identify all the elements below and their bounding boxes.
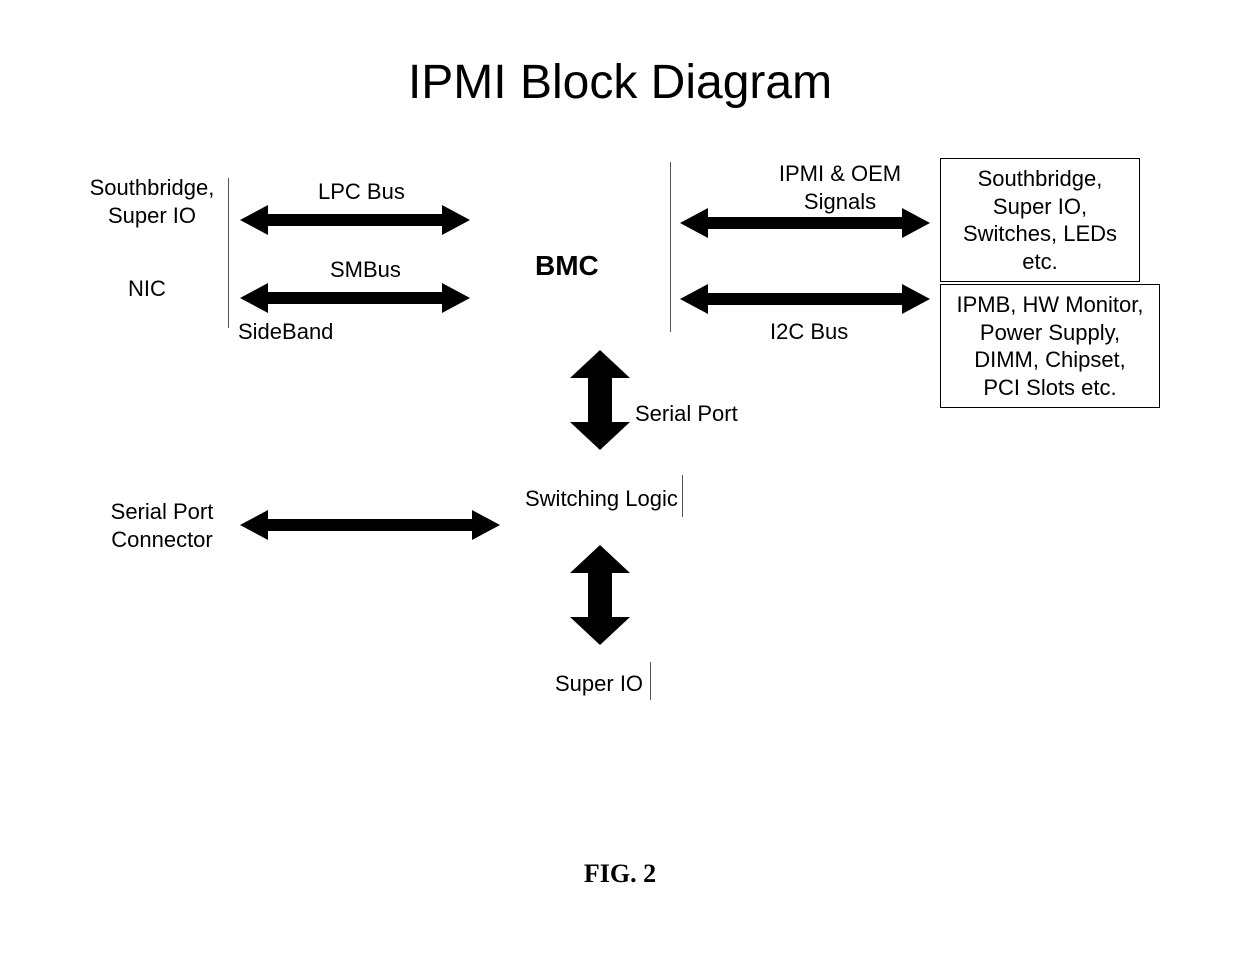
label-switching-logic: Switching Logic [525,485,678,513]
label-smbus: SMBus [330,256,401,284]
left-bracket [228,178,229,328]
arrow-lpc [240,205,470,235]
arrow-i2c [680,284,930,314]
diagram-title: IPMI Block Diagram [408,55,832,110]
arrow-ipmi-oem [680,208,930,238]
arrow-smbus [240,283,470,313]
label-serial-connector: Serial Port Connector [102,498,222,553]
right-bracket [670,162,671,332]
label-super-io: Super IO [555,670,643,698]
label-sideband: SideBand [238,318,333,346]
bmc-label: BMC [535,248,599,283]
label-southbridge: Southbridge, Super IO [82,174,222,229]
figure-caption: FIG. 2 [584,859,656,889]
arrow-super-io [570,545,630,645]
label-lpc: LPC Bus [318,178,405,206]
box-ipmb: IPMB, HW Monitor, Power Supply, DIMM, Ch… [940,284,1160,408]
superio-bracket [650,662,651,700]
arrow-serial-connector [240,510,500,540]
label-i2c: I2C Bus [770,318,848,346]
label-nic: NIC [128,275,166,303]
label-ipmi-oem: IPMI & OEM Signals [775,160,905,215]
label-serial-port: Serial Port [635,400,738,428]
switching-bracket [682,475,683,517]
arrow-serial-port [570,350,630,450]
box-southbridge: Southbridge, Super IO, Switches, LEDs et… [940,158,1140,282]
